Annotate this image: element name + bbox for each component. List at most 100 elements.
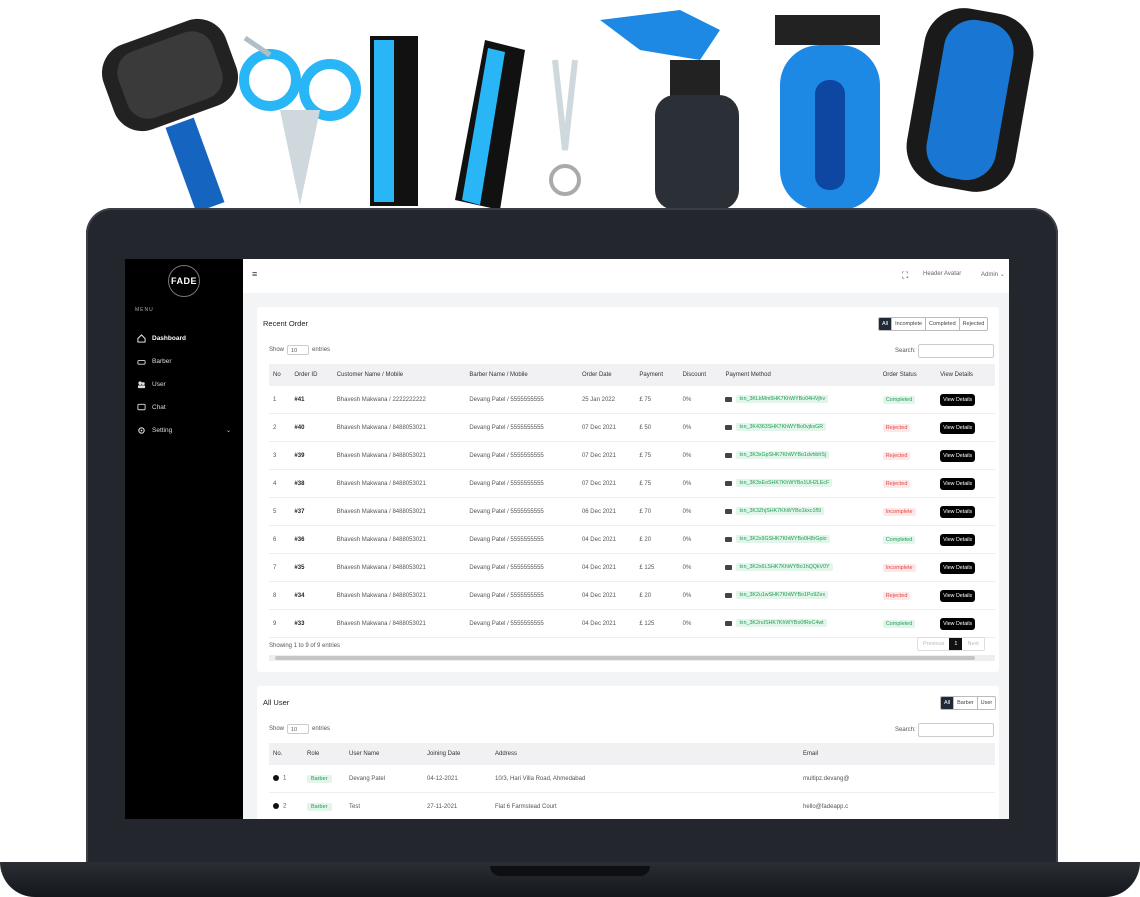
column-header[interactable]: Customer Name / Mobile	[332, 364, 466, 386]
gear-icon	[138, 427, 145, 434]
view-details-button[interactable]: View Details	[940, 589, 976, 602]
table-header-row: No. Role User Name Joining Date Address …	[269, 743, 995, 765]
column-header[interactable]: Discount	[678, 364, 722, 386]
email: multipz.devang@	[799, 765, 995, 793]
sidebar-item-setting[interactable]: Setting ⌄	[137, 419, 237, 442]
column-header[interactable]: Email	[799, 743, 995, 765]
page-length-select[interactable]: 10	[287, 724, 310, 734]
view-details-button[interactable]: View Details	[940, 477, 976, 490]
pagination-page[interactable]: 1	[949, 638, 963, 650]
barber-tools-illustration	[101, 8, 1034, 213]
avatar[interactable]: Header Avatar	[923, 271, 961, 277]
transaction-id: txn_3K2ruISHK7KhWYBo0fReC4wt	[736, 619, 827, 628]
column-header[interactable]: Address	[491, 743, 799, 765]
filter-barber[interactable]: Barber	[953, 697, 977, 709]
column-header[interactable]: No.	[269, 743, 303, 765]
sidebar-item-user[interactable]: User	[137, 373, 237, 396]
order-no: 8	[269, 581, 291, 610]
view-details-button[interactable]: View Details	[940, 393, 976, 406]
payment-method: txn_3K3xGpSHK7KhWYBo1dvhbhSj	[721, 441, 879, 470]
search-input[interactable]	[917, 344, 994, 358]
view-details-button[interactable]: View Details	[940, 533, 976, 546]
view-details-button[interactable]: View Details	[940, 449, 976, 462]
view-details-button[interactable]: View Details	[940, 505, 976, 518]
thin-scissors-icon	[549, 59, 581, 196]
column-header[interactable]: Joining Date	[423, 743, 491, 765]
filter-all[interactable]: All	[941, 697, 954, 709]
pagination-next[interactable]: Next	[962, 638, 983, 650]
payment-amount: £ 75	[635, 441, 679, 470]
sidebar-item-dashboard[interactable]: Dashboard	[137, 327, 237, 350]
status-badge: Completed	[882, 395, 916, 404]
filter-user[interactable]: User	[976, 697, 996, 709]
column-header[interactable]: Order Status	[878, 364, 937, 386]
column-header[interactable]: Payment Method	[721, 364, 879, 386]
users-table: No. Role User Name Joining Date Address …	[269, 743, 995, 819]
scissors-icon	[239, 35, 361, 205]
pagination-prev[interactable]: Previous	[918, 638, 949, 650]
table-row: 1 #41 Bhavesh Makwana / 2222222222 Devang P…	[269, 386, 995, 414]
payment-method: txn_3K3xEoSHK7KhWYBo1UH2LEcF	[721, 469, 879, 498]
column-header[interactable]: Payment	[635, 364, 679, 386]
table-row: 5 #37 Bhavesh Makwana / 8488053021 Devang P…	[269, 497, 995, 526]
order-status: Rejected	[878, 581, 937, 610]
table-row: 2 Barber Test 27-11-2021 Flat 6 Farmstead Co…	[269, 792, 995, 819]
fullscreen-icon[interactable]: ⛶	[902, 270, 908, 281]
order-date: 06 Dec 2021	[577, 497, 636, 526]
column-header[interactable]: No	[269, 364, 291, 386]
order-no: 6	[269, 525, 291, 554]
credit-card-icon	[725, 536, 733, 542]
column-header[interactable]: Barber Name / Mobile	[465, 364, 578, 386]
column-header[interactable]: View Details	[936, 364, 995, 386]
order-no: 4	[269, 469, 291, 498]
view-details-button[interactable]: View Details	[940, 561, 976, 574]
sidebar-item-barber[interactable]: Barber	[137, 350, 237, 373]
filter-rejected[interactable]: Rejected	[958, 318, 988, 330]
filter-incomplete[interactable]: Incomplete	[891, 318, 925, 330]
column-header[interactable]: Role	[303, 743, 345, 765]
table-search: Search:	[895, 344, 994, 358]
payment-method: txn_3K3ZhjSHK7KhWYBo1kxc1f5l	[721, 497, 879, 526]
scrollbar-thumb[interactable]	[275, 656, 975, 660]
payment-amount: £ 50	[635, 413, 679, 442]
expand-row-icon[interactable]	[273, 775, 279, 782]
column-header[interactable]: User Name	[345, 743, 423, 765]
chat-icon	[137, 403, 146, 411]
order-date: 04 Dec 2021	[577, 553, 636, 582]
barber-cell: Devang Patel / 5555555555	[465, 525, 578, 554]
recent-order-card: Recent Order All Incomplete Completed Re…	[257, 307, 999, 672]
filter-completed[interactable]: Completed	[925, 318, 959, 330]
discount: 0%	[678, 413, 722, 442]
sidebar-item-chat[interactable]: Chat	[137, 396, 237, 419]
column-header[interactable]: Order ID	[290, 364, 333, 386]
role-badge: Barber	[307, 802, 332, 811]
expand-row-icon[interactable]	[273, 803, 279, 810]
discount: 0%	[678, 525, 722, 554]
table-header-row: No Order ID Customer Name / Mobile Barbe…	[269, 364, 995, 386]
order-id: #33	[290, 609, 333, 638]
transaction-id: txn_3K4363SHK7KhWYBo0vjkxGR	[736, 423, 827, 432]
user-menu[interactable]: Admin ⌄	[981, 271, 1005, 278]
order-date: 25 Jan 2022	[577, 386, 636, 414]
discount: 0%	[678, 553, 722, 582]
hair-clipper-icon	[775, 15, 880, 210]
horizontal-scrollbar[interactable]	[269, 655, 995, 661]
entries-label: entries	[312, 726, 331, 732]
users-table-body: 1 Barber Devang Patel 04-12-2021 10/3, Hari …	[269, 765, 995, 819]
order-status: Completed	[878, 386, 937, 414]
search-input[interactable]	[917, 723, 994, 737]
menu-toggle-icon[interactable]: ≡	[252, 269, 257, 279]
customer-cell: Bhavesh Makwana / 2222222222	[332, 386, 466, 414]
transaction-id: txn_3K2x9GSHK7KhWYBo0H8rGpio	[736, 535, 830, 544]
order-status: Completed	[878, 609, 937, 638]
barber-cell: Devang Patel / 5555555555	[465, 386, 578, 414]
filter-all[interactable]: All	[879, 318, 892, 330]
view-details-button[interactable]: View Details	[940, 617, 976, 630]
page-length-select[interactable]: 10	[287, 345, 310, 355]
brand-logo[interactable]: FADE	[168, 265, 200, 297]
column-header[interactable]: Order Date	[577, 364, 636, 386]
view-details-button[interactable]: View Details	[940, 421, 976, 434]
discount: 0%	[678, 441, 722, 470]
order-date: 04 Dec 2021	[577, 581, 636, 610]
status-badge: Rejected	[882, 479, 911, 488]
